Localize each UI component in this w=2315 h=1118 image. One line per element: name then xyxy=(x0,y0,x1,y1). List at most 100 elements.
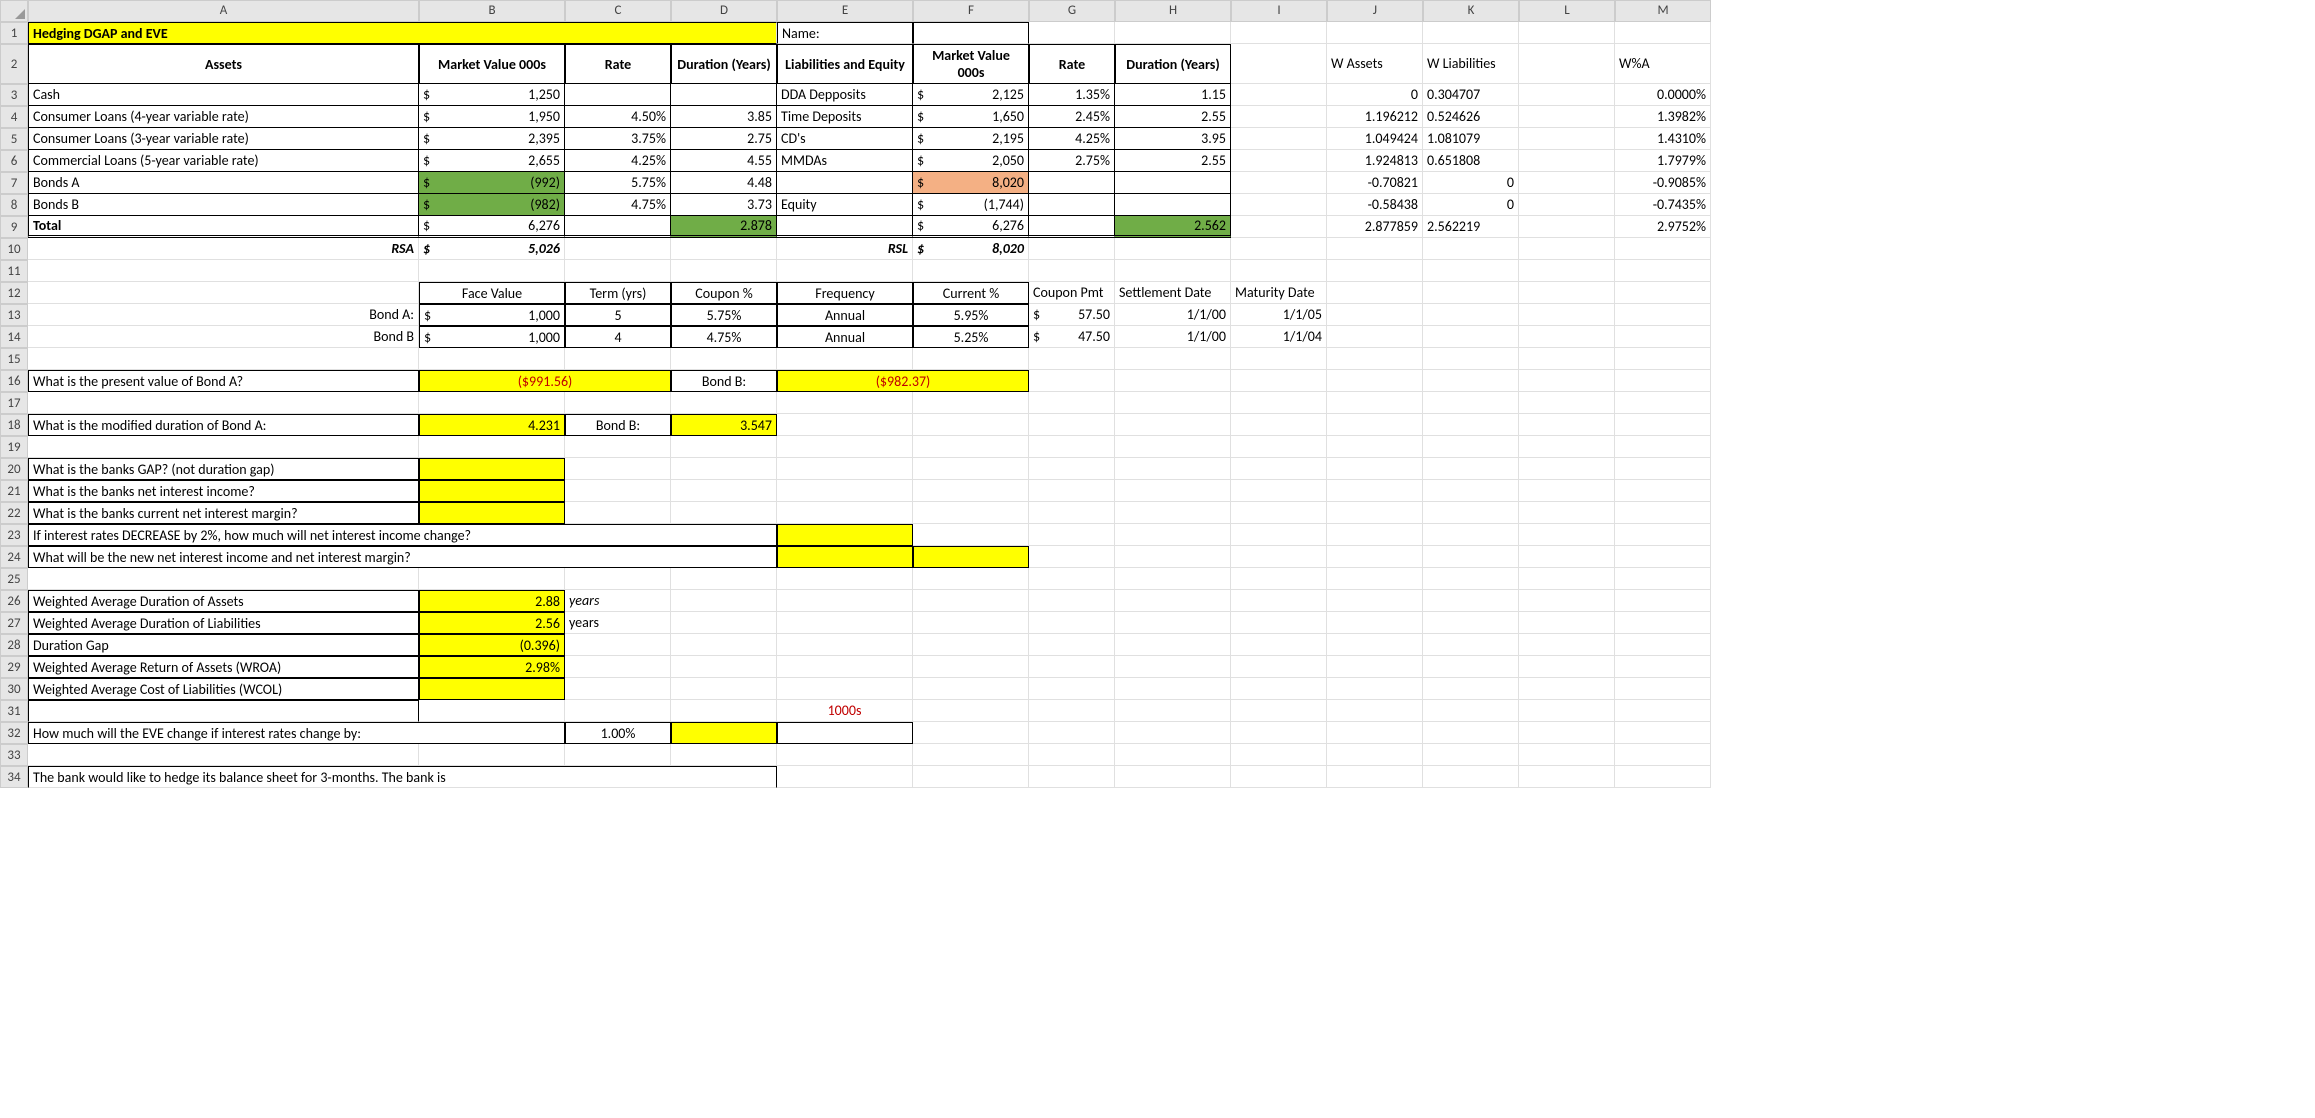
cell[interactable] xyxy=(1423,546,1519,568)
row-header-17[interactable]: 17 xyxy=(0,392,28,414)
cell[interactable]: 1.00% xyxy=(565,722,671,744)
cell[interactable]: What is the present value of Bond A? xyxy=(28,370,419,392)
cell[interactable] xyxy=(1231,216,1327,238)
cell[interactable]: 1.4310% xyxy=(1615,128,1711,150)
cell[interactable]: $1,250 xyxy=(419,84,565,106)
cell[interactable] xyxy=(1029,348,1115,370)
cell[interactable]: How much will the EVE change if interest… xyxy=(28,722,565,744)
cell[interactable] xyxy=(913,348,1029,370)
cell[interactable]: Coupon Pmt xyxy=(1029,282,1115,304)
cell[interactable] xyxy=(1423,370,1519,392)
cell[interactable] xyxy=(1115,634,1231,656)
cell[interactable]: Coupon % xyxy=(671,282,777,304)
cell[interactable] xyxy=(777,480,913,502)
cell[interactable] xyxy=(1519,678,1615,700)
cell[interactable] xyxy=(1519,634,1615,656)
cell[interactable] xyxy=(419,700,565,722)
cell[interactable] xyxy=(1115,568,1231,590)
row-header-22[interactable]: 22 xyxy=(0,502,28,524)
cell[interactable] xyxy=(1029,656,1115,678)
cell[interactable]: -0.9085% xyxy=(1615,172,1711,194)
cell[interactable] xyxy=(1615,436,1711,458)
cell[interactable] xyxy=(1029,678,1115,700)
cell[interactable] xyxy=(1029,590,1115,612)
cell[interactable] xyxy=(565,260,671,282)
cell[interactable]: 4.25% xyxy=(1029,128,1115,150)
cell[interactable] xyxy=(1327,634,1423,656)
cell[interactable] xyxy=(1519,44,1615,84)
cell[interactable] xyxy=(1519,546,1615,568)
row-header-9[interactable]: 9 xyxy=(0,216,28,238)
cell[interactable] xyxy=(1519,150,1615,172)
cell[interactable] xyxy=(419,502,565,524)
row-header-19[interactable]: 19 xyxy=(0,436,28,458)
cell[interactable] xyxy=(777,678,913,700)
cell[interactable] xyxy=(1115,480,1231,502)
cell[interactable]: Bond B: xyxy=(565,414,671,436)
cell[interactable]: 2.9752% xyxy=(1615,216,1711,238)
cell[interactable]: 0 xyxy=(1423,194,1519,216)
cell[interactable] xyxy=(1327,348,1423,370)
cell[interactable]: What is the banks current net interest m… xyxy=(28,502,419,524)
cell[interactable]: The bank would like to hedge its balance… xyxy=(28,766,777,788)
cell[interactable] xyxy=(671,502,777,524)
cell[interactable] xyxy=(1231,414,1327,436)
cell[interactable] xyxy=(1115,260,1231,282)
cell[interactable] xyxy=(1327,436,1423,458)
cell[interactable] xyxy=(777,634,913,656)
col-header-G[interactable]: G xyxy=(1029,0,1115,22)
cell[interactable] xyxy=(1423,22,1519,44)
cell[interactable] xyxy=(1423,678,1519,700)
cell[interactable] xyxy=(1327,744,1423,766)
cell[interactable] xyxy=(1115,656,1231,678)
cell[interactable]: Duration Gap xyxy=(28,634,419,656)
cell[interactable] xyxy=(1327,766,1423,788)
cell[interactable]: Annual xyxy=(777,326,913,348)
cell[interactable] xyxy=(565,216,671,238)
cell[interactable] xyxy=(1231,656,1327,678)
cell[interactable] xyxy=(913,568,1029,590)
col-header-E[interactable]: E xyxy=(777,0,913,22)
cell[interactable] xyxy=(777,414,913,436)
cell[interactable] xyxy=(913,502,1029,524)
cell[interactable]: 4.48 xyxy=(671,172,777,194)
row-header-4[interactable]: 4 xyxy=(0,106,28,128)
cell[interactable] xyxy=(1423,744,1519,766)
cell[interactable] xyxy=(565,392,671,414)
cell[interactable] xyxy=(1231,84,1327,106)
cell[interactable]: Current % xyxy=(913,282,1029,304)
row-header-14[interactable]: 14 xyxy=(0,326,28,348)
cell[interactable] xyxy=(1519,326,1615,348)
cell[interactable]: Bonds A xyxy=(28,172,419,194)
row-header-16[interactable]: 16 xyxy=(0,370,28,392)
row-header-27[interactable]: 27 xyxy=(0,612,28,634)
cell[interactable] xyxy=(671,392,777,414)
cell[interactable] xyxy=(1029,370,1115,392)
cell[interactable] xyxy=(1231,128,1327,150)
row-header-12[interactable]: 12 xyxy=(0,282,28,304)
cell[interactable]: $(1,744) xyxy=(913,194,1029,216)
cell[interactable]: 2.75% xyxy=(1029,150,1115,172)
cell[interactable]: 1.196212 xyxy=(1327,106,1423,128)
cell[interactable] xyxy=(1231,700,1327,722)
cell[interactable] xyxy=(28,436,419,458)
cell-pv-bondb[interactable]: ($982.37) xyxy=(777,370,1029,392)
cell-rsa[interactable]: RSA xyxy=(28,238,419,260)
cell[interactable]: $1,950 xyxy=(419,106,565,128)
cell[interactable] xyxy=(1327,524,1423,546)
cell[interactable] xyxy=(1327,502,1423,524)
cell[interactable] xyxy=(1231,634,1327,656)
cell[interactable] xyxy=(1519,84,1615,106)
cell[interactable]: Maturity Date xyxy=(1231,282,1327,304)
cell[interactable] xyxy=(1231,22,1327,44)
cell[interactable]: 0 xyxy=(1423,172,1519,194)
cell[interactable] xyxy=(419,568,565,590)
cell[interactable]: $2,050 xyxy=(913,150,1029,172)
cell[interactable] xyxy=(1029,260,1115,282)
cell[interactable] xyxy=(1519,700,1615,722)
col-header-B[interactable]: B xyxy=(419,0,565,22)
cell[interactable] xyxy=(671,590,777,612)
cell[interactable] xyxy=(419,744,565,766)
cell[interactable]: Equity xyxy=(777,194,913,216)
cell[interactable]: 1.35% xyxy=(1029,84,1115,106)
